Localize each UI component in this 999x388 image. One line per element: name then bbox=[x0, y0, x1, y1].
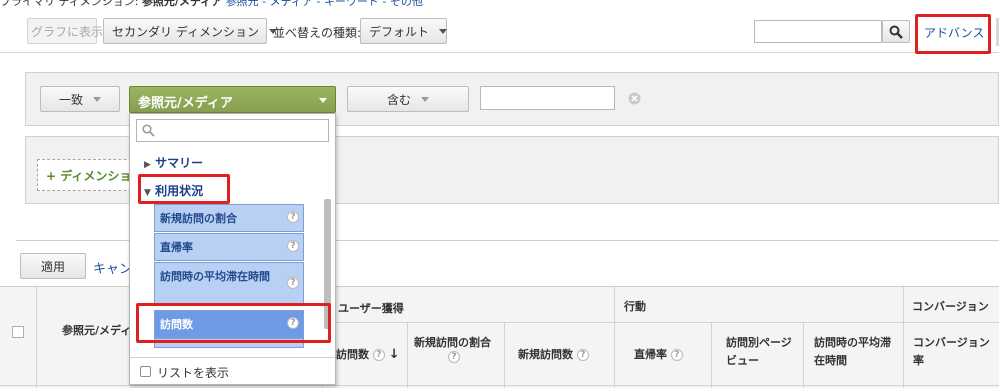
search-icon bbox=[142, 124, 155, 137]
breadcrumb-active: 参照元/メディア bbox=[141, 0, 223, 8]
visits-highlight bbox=[136, 303, 331, 343]
dimension-dropdown[interactable]: 参照元/メディア bbox=[129, 86, 336, 113]
column-header-pages-per-visit[interactable]: 訪問別ページビュー bbox=[726, 334, 800, 370]
help-icon[interactable]: ? bbox=[448, 351, 460, 363]
dropdown-item-new-visit-rate[interactable]: 新規訪問の割合? bbox=[154, 204, 304, 232]
help-icon[interactable]: ? bbox=[372, 349, 385, 361]
dimension-dropdown-value: 参照元/メディア bbox=[138, 96, 233, 111]
sort-type-label: 並べ替えの種類: bbox=[273, 26, 362, 40]
help-icon[interactable]: ? bbox=[287, 240, 299, 252]
column-header-conversion-rate[interactable]: コンバージョン率 bbox=[913, 334, 993, 370]
chevron-down-icon bbox=[439, 28, 448, 34]
condition-dropdown[interactable]: 含む bbox=[347, 86, 469, 112]
dimension-dropdown-menu: ▶ サマリー ▼ 利用状況 新規訪問の割合? 直帰率? 訪問時の平均滞在時間? … bbox=[129, 113, 336, 385]
help-icon[interactable]: ? bbox=[670, 349, 683, 361]
breadcrumb-primary-label: プライマリ ディメンション: bbox=[0, 0, 139, 8]
breadcrumb-item[interactable]: その他 bbox=[390, 0, 423, 8]
show-in-graph-button[interactable]: グラフに表示 bbox=[27, 18, 103, 44]
help-icon[interactable]: ? bbox=[287, 277, 299, 289]
help-icon[interactable]: ? bbox=[576, 349, 589, 361]
chevron-down-icon bbox=[319, 98, 327, 103]
show-list-checkbox[interactable] bbox=[140, 366, 151, 377]
column-divider bbox=[903, 287, 904, 388]
show-list-label: リストを表示 bbox=[157, 366, 230, 380]
chevron-down-icon bbox=[421, 96, 429, 102]
condition-value: 含む bbox=[386, 92, 411, 107]
sort-type-dropdown[interactable]: デフォルト bbox=[360, 18, 448, 44]
sort-type-value: デフォルト bbox=[369, 24, 430, 39]
toolbar: グラフに表示 セカンダリ ディメンション 並べ替えの種類: デフォルト アドバン… bbox=[0, 13, 999, 53]
secondary-dimension-label: セカンダリ ディメンション bbox=[112, 24, 259, 39]
apply-button[interactable]: 適用 bbox=[20, 253, 86, 279]
chevron-right-icon: ▶ bbox=[144, 160, 151, 170]
breadcrumb-item[interactable]: キーワード bbox=[324, 0, 379, 8]
secondary-dimension-dropdown[interactable]: セカンダリ ディメンション bbox=[103, 18, 277, 44]
column-divider bbox=[36, 287, 37, 388]
column-header-sessions[interactable]: 訪問数 ? ↓ bbox=[336, 346, 400, 362]
select-all-checkbox[interactable] bbox=[12, 326, 24, 338]
column-divider bbox=[407, 323, 408, 388]
group-divider bbox=[322, 322, 999, 323]
group-header-acquisition: 集客ユーザー獲得 bbox=[338, 300, 404, 316]
column-header-new-visits[interactable]: 新規訪問数 ? bbox=[518, 346, 589, 362]
chevron-down-icon bbox=[93, 96, 101, 102]
usage-highlight bbox=[138, 174, 230, 204]
breadcrumb-item[interactable]: メディア bbox=[270, 0, 313, 8]
column-divider bbox=[614, 287, 615, 388]
table-search-input[interactable] bbox=[754, 20, 882, 43]
header-bottom-line bbox=[0, 385, 999, 386]
advanced-highlight bbox=[915, 14, 991, 54]
dropdown-item-bounce-rate[interactable]: 直帰率? bbox=[154, 233, 304, 261]
sort-arrow-down-icon: ↓ bbox=[388, 347, 400, 362]
column-divider bbox=[803, 323, 804, 388]
category-summary[interactable]: ▶ サマリー bbox=[144, 154, 203, 171]
dropdown-footer: リストを表示 bbox=[130, 357, 335, 384]
search-icon bbox=[889, 25, 903, 39]
group-header-conversion: コンバージョン bbox=[912, 300, 989, 313]
match-type-dropdown[interactable]: 一致 bbox=[40, 86, 120, 112]
search-button[interactable] bbox=[882, 20, 910, 43]
breadcrumb: プライマリ ディメンション: 参照元/メディア 参照元 - メディア - キーワ… bbox=[0, 0, 423, 9]
filter-text-input[interactable] bbox=[480, 86, 615, 110]
group-header-user-acquisition: ユーザー獲得 bbox=[338, 302, 404, 315]
column-header-new-visit-rate[interactable]: 新規訪問の割合? bbox=[414, 334, 491, 363]
group-header-behavior: 行動 bbox=[624, 300, 646, 313]
dropdown-search-input[interactable] bbox=[136, 119, 329, 142]
match-type-value: 一致 bbox=[58, 92, 83, 107]
column-header-avg-visit-duration[interactable]: 訪問時の平均滞在時間 bbox=[814, 334, 898, 370]
help-icon[interactable]: ? bbox=[287, 211, 299, 223]
remove-filter-icon[interactable] bbox=[628, 92, 641, 105]
column-header-bounce-rate[interactable]: 直帰率 ? bbox=[634, 346, 683, 362]
breadcrumb-item[interactable]: 参照元 bbox=[226, 0, 259, 8]
column-divider bbox=[504, 323, 505, 388]
dropdown-item-avg-visit-duration[interactable]: 訪問時の平均滞在時間? bbox=[154, 262, 304, 306]
column-divider bbox=[711, 323, 712, 388]
